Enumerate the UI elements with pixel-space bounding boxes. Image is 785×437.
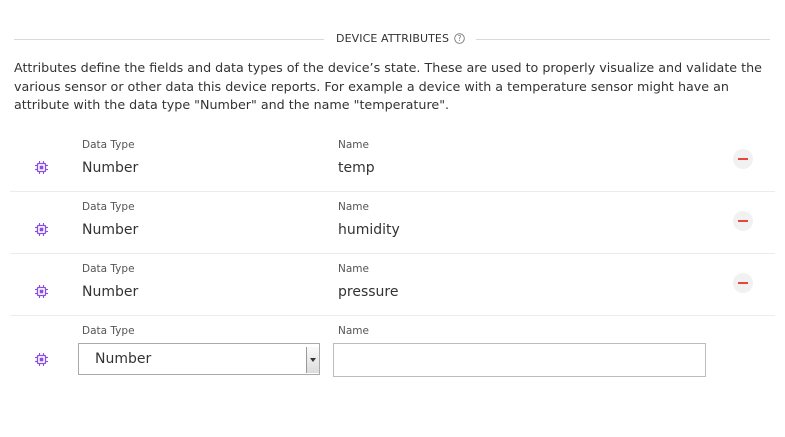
remove-attribute-button[interactable] — [733, 273, 753, 293]
name-label: Name — [338, 263, 369, 275]
data-type-select-value: Number — [95, 351, 152, 367]
attribute-name-value: humidity — [338, 222, 400, 238]
chip-icon — [35, 285, 48, 298]
section-title-wrap: DEVICE ATTRIBUTES ? — [336, 32, 465, 45]
remove-attribute-button[interactable] — [733, 149, 753, 169]
data-type-select[interactable]: Number — [78, 343, 320, 375]
question-circle-icon[interactable]: ? — [454, 33, 465, 44]
data-type-value: Number — [82, 160, 139, 176]
data-type-label: Data Type — [82, 325, 135, 337]
attribute-name-value: temp — [338, 160, 375, 176]
attribute-name-value: pressure — [338, 284, 399, 300]
data-type-value: Number — [82, 222, 139, 238]
data-type-value: Number — [82, 284, 139, 300]
remove-attribute-button[interactable] — [733, 211, 753, 231]
name-label: Name — [338, 139, 369, 151]
attribute-name-input[interactable] — [333, 343, 706, 377]
section-header: DEVICE ATTRIBUTES ? — [14, 30, 770, 50]
new-attribute-row: Data Type Name Number — [10, 315, 775, 385]
data-type-label: Data Type — [82, 201, 135, 213]
chevron-down-icon[interactable] — [306, 347, 319, 373]
divider-left — [14, 39, 324, 40]
section-title: DEVICE ATTRIBUTES — [336, 32, 450, 45]
data-type-label: Data Type — [82, 139, 135, 151]
data-type-label: Data Type — [82, 263, 135, 275]
name-label: Name — [338, 201, 369, 213]
chip-icon — [35, 223, 48, 236]
chip-icon — [35, 161, 48, 174]
chip-icon — [35, 353, 48, 366]
svg-text:?: ? — [458, 34, 462, 43]
name-label: Name — [338, 325, 369, 337]
divider-right — [476, 39, 770, 40]
attribute-row: Data Type Number Name temp — [10, 129, 775, 192]
attributes-description: Attributes define the fields and data ty… — [14, 60, 762, 112]
attribute-row: Data Type Number Name pressure — [10, 253, 775, 316]
attribute-row: Data Type Number Name humidity — [10, 191, 775, 254]
